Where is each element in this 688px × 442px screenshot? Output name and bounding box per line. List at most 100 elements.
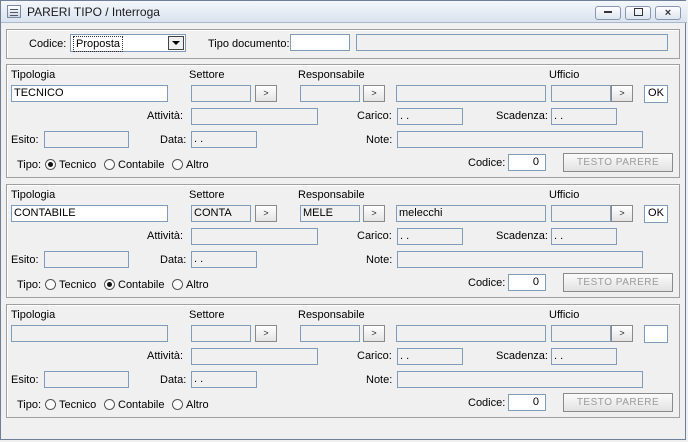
responsabile-input[interactable] [300,325,360,342]
radio-altro[interactable] [172,159,183,170]
responsabile-input[interactable] [300,85,360,102]
carico-date[interactable]: . . [397,228,463,245]
tipo-label: Tipo: [17,399,42,411]
esito-input[interactable] [44,131,129,148]
responsabile-name [396,325,546,342]
carico-date[interactable]: . . [397,108,463,125]
carico-label: Carico: [357,350,392,362]
scadenza-date[interactable]: . . [551,348,617,365]
radio-altro[interactable] [172,399,183,410]
note-label: Note: [366,374,393,386]
radio-tecnico[interactable] [45,159,56,170]
radio-tecnico[interactable] [45,399,56,410]
esito-input[interactable] [44,371,129,388]
ufficio-label: Ufficio [549,309,580,321]
ufficio-input[interactable] [551,325,611,342]
ufficio-label: Ufficio [549,69,580,81]
tipo-documento-input[interactable] [290,34,350,51]
codice-value: 0 [508,154,546,171]
restore-icon [633,8,643,17]
responsabile-input[interactable]: MELE [300,205,360,222]
testo-parere-button[interactable]: TESTO PARERE [563,273,673,292]
codice-select-value: Proposta [73,36,124,52]
responsabile-name: melecchi [396,205,546,222]
responsabile-label: Responsabile [298,189,365,201]
app-icon [7,5,21,18]
settore-input[interactable]: CONTA [191,205,251,222]
close-button[interactable]: × [655,6,681,20]
settore-pick-button[interactable]: > [255,85,277,102]
testo-parere-button[interactable]: TESTO PARERE [563,393,673,412]
responsabile-name [396,85,546,102]
radio-altro[interactable] [172,279,183,290]
chevron-down-icon[interactable] [168,36,184,50]
ufficio-input[interactable] [551,205,611,222]
radio-tecnico-label: Tecnico [59,399,97,411]
radio-altro-label: Altro [186,279,209,291]
ufficio-pick-button[interactable]: > [611,85,633,102]
attivita-input[interactable] [191,228,318,245]
carico-date[interactable]: . . [397,348,463,365]
scadenza-label: Scadenza: [496,110,548,122]
ok-button[interactable] [644,325,668,343]
ok-button[interactable]: OK [644,85,668,103]
note-input[interactable] [397,371,643,388]
data-label: Data: [160,374,187,386]
radio-tecnico-label: Tecnico [59,159,97,171]
tipologia-input[interactable]: CONTABILE [11,205,168,222]
attivita-label: Attività: [147,110,184,122]
ufficio-input[interactable] [551,85,611,102]
settore-pick-button[interactable]: > [255,205,277,222]
settore-label: Settore [189,69,225,81]
settore-input[interactable] [191,85,251,102]
data-date[interactable]: . . [191,131,257,148]
radio-contabile-label: Contabile [118,399,165,411]
radio-tecnico[interactable] [45,279,56,290]
settore-input[interactable] [191,325,251,342]
ufficio-label: Ufficio [549,189,580,201]
codice-select[interactable]: Proposta [70,34,186,52]
responsabile-label: Responsabile [298,69,365,81]
radio-contabile[interactable] [104,159,115,170]
codice-value: 0 [508,274,546,291]
radio-contabile[interactable] [104,279,115,290]
minimize-button[interactable] [595,6,621,20]
note-input[interactable] [397,131,643,148]
attivita-label: Attività: [147,230,184,242]
esito-input[interactable] [44,251,129,268]
note-input[interactable] [397,251,643,268]
minimize-icon [604,11,612,14]
tipologia-label: Tipologia [11,69,56,81]
ufficio-pick-button[interactable]: > [611,325,633,342]
ufficio-pick-button[interactable]: > [611,205,633,222]
radio-contabile-label: Contabile [118,279,165,291]
ok-button[interactable]: OK [644,205,668,223]
scadenza-label: Scadenza: [496,350,548,362]
scadenza-date[interactable]: . . [551,228,617,245]
header-panel: Codice: Proposta Tipo documento: [6,29,680,59]
esito-label: Esito: [11,254,39,266]
settore-pick-button[interactable]: > [255,325,277,342]
settore-label: Settore [189,309,225,321]
testo-parere-button[interactable]: TESTO PARERE [563,153,673,172]
scadenza-date[interactable]: . . [551,108,617,125]
data-label: Data: [160,134,187,146]
responsabile-pick-button[interactable]: > [363,85,385,102]
tipologia-input[interactable]: TECNICO [11,85,168,102]
attivita-input[interactable] [191,108,318,125]
codice-label: Codice: [468,397,506,409]
radio-altro-label: Altro [186,399,209,411]
title-bar: PARERI TIPO / Interroga × [1,1,687,23]
tipologia-input[interactable] [11,325,168,342]
radio-tecnico-label: Tecnico [59,279,97,291]
attivita-input[interactable] [191,348,318,365]
esito-label: Esito: [11,374,39,386]
responsabile-pick-button[interactable]: > [363,205,385,222]
responsabile-pick-button[interactable]: > [363,325,385,342]
tipologia-label: Tipologia [11,189,56,201]
radio-contabile[interactable] [104,399,115,410]
restore-button[interactable] [625,6,651,20]
radio-altro-label: Altro [186,159,209,171]
data-date[interactable]: . . [191,371,257,388]
data-date[interactable]: . . [191,251,257,268]
